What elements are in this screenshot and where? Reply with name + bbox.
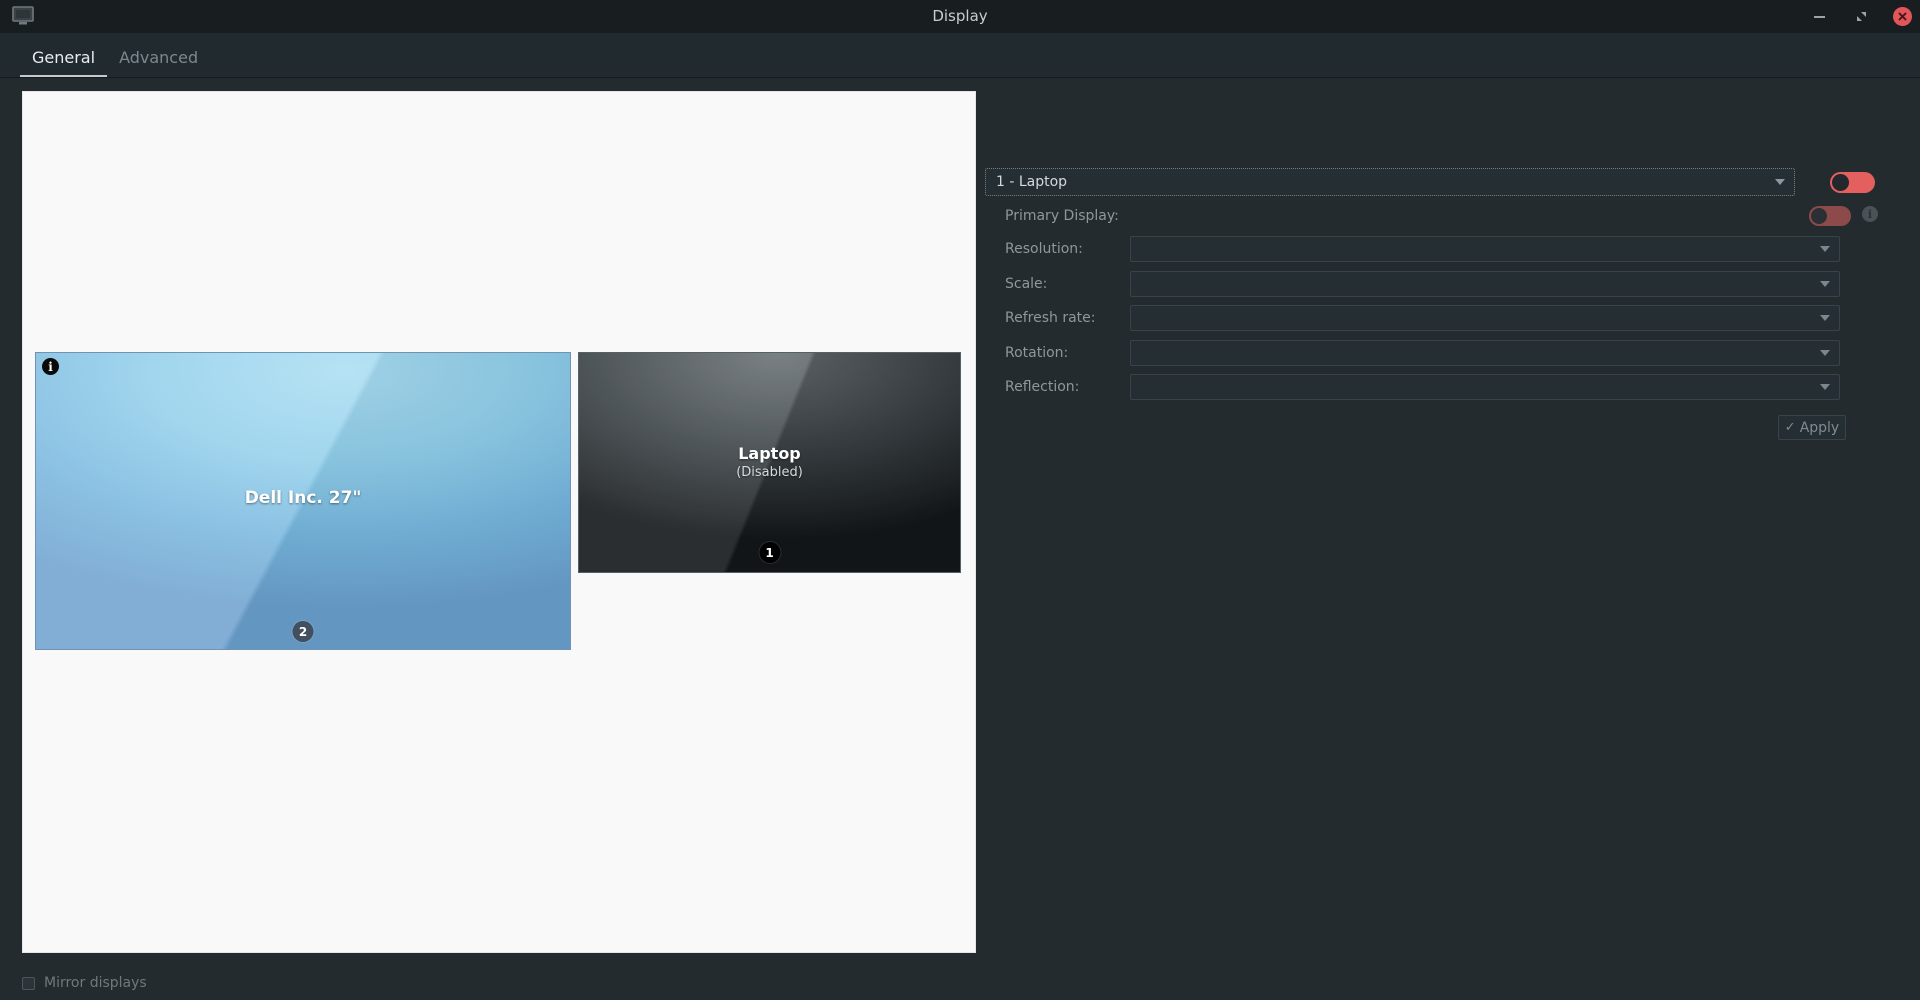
scale-row: Scale: (985, 271, 1920, 297)
scale-dropdown[interactable] (1130, 271, 1840, 297)
monitor-number-badge-1: 1 (759, 542, 780, 563)
monitor-preview-dell[interactable]: i Dell Inc. 27" 2 (35, 352, 571, 650)
monitor-preview-laptop[interactable]: Laptop (Disabled) 1 (578, 352, 961, 573)
resolution-dropdown[interactable] (1130, 236, 1840, 262)
primary-display-label: Primary Display: (1005, 208, 1119, 224)
scale-label: Scale: (1005, 276, 1048, 292)
resolution-row: Resolution: (985, 236, 1920, 262)
resolution-label: Resolution: (1005, 241, 1083, 257)
chevron-down-icon (1820, 246, 1830, 252)
monitor-number-badge-2: 2 (292, 621, 314, 642)
mirror-displays-checkbox[interactable] (22, 976, 35, 990)
chevron-down-icon (1775, 179, 1785, 185)
display-arrangement-canvas[interactable]: i Dell Inc. 27" 2 Laptop (Disabled) 1 (22, 91, 976, 953)
close-button[interactable] (1893, 7, 1912, 26)
main-body: i Dell Inc. 27" 2 Laptop (Disabled) 1 Mi… (0, 78, 1920, 1000)
apply-button-label: Apply (1799, 419, 1840, 436)
window-title: Display (932, 7, 988, 25)
mirror-displays-label: Mirror displays (44, 975, 147, 991)
chevron-down-icon (1820, 315, 1830, 321)
toggle-knob (1832, 174, 1849, 191)
maximize-button[interactable] (1851, 7, 1871, 27)
refresh-rate-row: Refresh rate: (985, 305, 1920, 331)
monitor-label-dell: Dell Inc. 27" (244, 488, 362, 508)
rotation-label: Rotation: (1005, 345, 1069, 361)
info-icon[interactable]: i (1862, 206, 1878, 222)
toggle-knob (1811, 208, 1827, 224)
reflection-label: Reflection: (1005, 379, 1080, 395)
display-enable-toggle[interactable] (1830, 172, 1875, 193)
tab-general[interactable]: General (20, 48, 108, 78)
primary-display-toggle[interactable] (1809, 206, 1851, 226)
refresh-rate-dropdown[interactable] (1130, 305, 1840, 331)
chevron-down-icon (1820, 350, 1830, 356)
display-selector-dropdown[interactable]: 1 - Laptop (985, 168, 1795, 196)
window-controls (1809, 0, 1912, 33)
tab-advanced[interactable]: Advanced (107, 48, 210, 78)
check-icon: ✓ (1784, 420, 1796, 435)
apply-button[interactable]: ✓ Apply (1778, 415, 1846, 440)
minimize-button[interactable] (1809, 7, 1829, 27)
info-icon[interactable]: i (42, 358, 59, 375)
reflection-dropdown[interactable] (1130, 374, 1840, 400)
titlebar: Display (0, 0, 1920, 33)
refresh-rate-label: Refresh rate: (1005, 310, 1096, 326)
rotation-row: Rotation: (985, 340, 1920, 366)
monitor-status-laptop: (Disabled) (736, 465, 803, 480)
primary-display-row: Primary Display: (985, 203, 1920, 229)
rotation-dropdown[interactable] (1130, 340, 1840, 366)
monitor-label-laptop: Laptop (738, 444, 801, 463)
mirror-displays-row[interactable]: Mirror displays (22, 975, 147, 991)
chevron-down-icon (1820, 281, 1830, 287)
tab-bar: General Advanced (0, 33, 1920, 78)
chevron-down-icon (1820, 384, 1830, 390)
display-settings-panel: 1 - Laptop Primary Display: i Resolution… (985, 78, 1920, 1000)
display-selector-value: 1 - Laptop (996, 174, 1068, 190)
reflection-row: Reflection: (985, 374, 1920, 400)
